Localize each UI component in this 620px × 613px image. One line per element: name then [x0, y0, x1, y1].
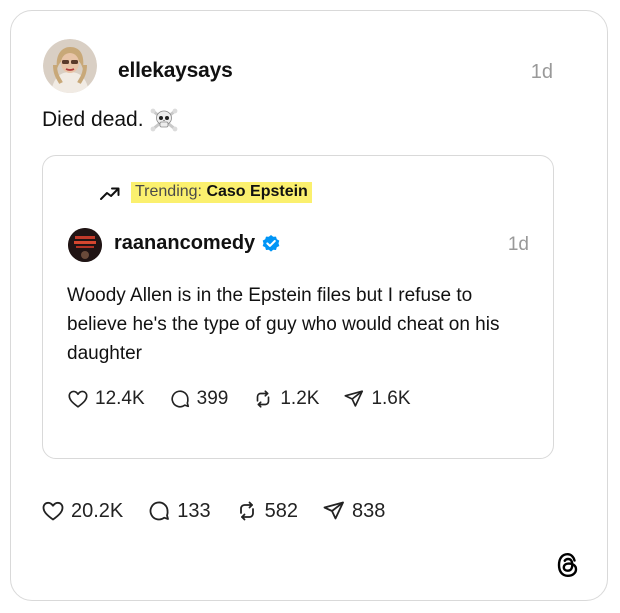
trending-row[interactable]: Trending: Caso Epstein	[99, 182, 312, 203]
trending-label[interactable]: Trending: Caso Epstein	[131, 182, 312, 203]
trending-topic: Caso Epstein	[206, 183, 308, 200]
skull-crossbones-icon	[150, 107, 178, 133]
repost-count: 582	[264, 499, 299, 522]
share-count: 838	[352, 499, 386, 522]
quoted-reply-count: 399	[196, 388, 229, 409]
quoted-repost-count: 1.2K	[280, 388, 320, 409]
quoted-reply-button[interactable]: 399	[169, 388, 229, 410]
repost-icon	[239, 501, 254, 521]
post-timestamp: 1d	[530, 61, 553, 83]
heart-icon	[42, 501, 64, 521]
reply-button[interactable]: 133	[147, 499, 211, 523]
quoted-timestamp: 1d	[507, 234, 529, 255]
heart-icon	[68, 390, 88, 408]
quoted-like-button[interactable]: 12.4K	[67, 388, 145, 410]
share-button[interactable]: 838	[322, 499, 385, 523]
trending-arrow-icon	[100, 187, 120, 200]
quoted-share-count: 1.6K	[371, 388, 411, 409]
post-card[interactable]: ellekaysays 1d Died dead. Trending: Caso…	[10, 10, 608, 601]
post-text: Died dead.	[42, 107, 178, 133]
comment-icon	[149, 501, 170, 521]
quoted-repost-button[interactable]: 1.2K	[252, 388, 319, 410]
repost-icon	[257, 390, 270, 408]
quoted-username-row[interactable]: raanancomedy	[114, 232, 281, 255]
repost-button[interactable]: 582	[235, 499, 298, 523]
trending-prefix: Trending:	[135, 183, 202, 200]
send-icon	[344, 390, 364, 407]
like-button[interactable]: 20.2K	[41, 499, 123, 523]
quoted-username[interactable]: raanancomedy	[114, 232, 255, 255]
post-text-content: Died dead.	[42, 108, 144, 131]
quoted-text: Woody Allen is in the Epstein files but …	[67, 285, 500, 364]
quoted-like-count: 12.4K	[95, 388, 145, 409]
avatar[interactable]	[43, 39, 97, 93]
quoted-post[interactable]: Trending: Caso Epstein raanancomedy 1d W…	[42, 155, 554, 459]
quoted-avatar[interactable]	[68, 228, 102, 262]
comment-icon	[171, 390, 189, 408]
post-actions: 20.2K 133 582 838	[41, 499, 385, 523]
threads-logo-icon[interactable]	[555, 551, 581, 579]
post-username[interactable]: ellekaysays	[118, 59, 233, 83]
quoted-actions: 12.4K 399 1.2K 1.6K	[67, 388, 411, 410]
send-icon	[323, 501, 344, 520]
reply-count: 133	[177, 499, 211, 522]
verified-badge-icon	[262, 234, 280, 252]
like-count: 20.2K	[71, 499, 124, 522]
quoted-share-button[interactable]: 1.6K	[343, 388, 411, 410]
